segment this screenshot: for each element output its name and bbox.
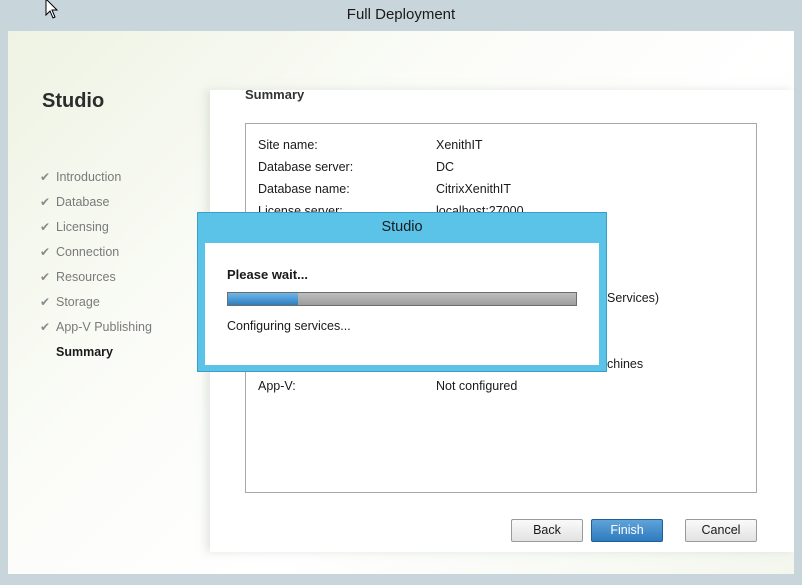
checkmark-icon: ✔ — [40, 194, 51, 209]
step-label: Storage — [56, 294, 100, 309]
checkmark-icon: ✔ — [40, 269, 51, 284]
step-appv-publishing: ✔ App-V Publishing — [40, 314, 152, 339]
checkmark-icon: ✔ — [40, 244, 51, 259]
checkmark-icon: ✔ — [40, 319, 51, 334]
summary-value-partial: chines — [607, 357, 644, 371]
step-summary-current: Summary — [56, 344, 113, 359]
summary-key: Site name: — [258, 138, 318, 152]
summary-value: DC — [436, 160, 455, 174]
progress-bar — [227, 292, 577, 306]
finish-button[interactable]: Finish — [591, 519, 663, 542]
checkmark-icon: ✔ — [40, 294, 51, 309]
step-introduction: ✔ Introduction — [40, 164, 152, 189]
please-wait-heading: Please wait... — [227, 267, 308, 282]
step-connection: ✔ Connection — [40, 239, 152, 264]
step-storage: ✔ Storage — [40, 289, 152, 314]
nav-title: Studio — [42, 90, 105, 112]
step-database: ✔ Database — [40, 189, 152, 214]
step-label: Database — [56, 194, 110, 209]
window-bottom-edge — [0, 574, 802, 585]
step-label: Connection — [56, 244, 120, 259]
step-label: Licensing — [56, 219, 109, 234]
checkmark-icon: ✔ — [40, 169, 51, 184]
mouse-pointer-icon — [45, 0, 59, 19]
dialog-title: Studio — [381, 219, 423, 235]
summary-value: Not configured — [436, 379, 518, 393]
wizard-steps-list: ✔ Introduction ✔ Database ✔ Licensing ✔ … — [40, 164, 152, 364]
summary-value-partial: Services) — [607, 291, 660, 305]
checkmark-icon: ✔ — [40, 219, 51, 234]
step-licensing: ✔ Licensing — [40, 214, 152, 239]
step-label: App-V Publishing — [56, 319, 152, 334]
summary-key: App-V: — [258, 379, 296, 393]
step-label: Introduction — [56, 169, 122, 184]
dialog-body: Please wait... Configuring services... — [205, 243, 599, 365]
summary-key: Database server: — [258, 160, 354, 174]
cancel-button[interactable]: Cancel — [685, 519, 757, 542]
back-button[interactable]: Back — [511, 519, 583, 542]
progress-dialog: Studio Please wait... Configuring servic… — [197, 212, 607, 372]
summary-key: Database name: — [258, 182, 350, 196]
window-titlebar: Full Deployment — [0, 0, 802, 31]
summary-value: XenithIT — [436, 138, 483, 152]
step-label: Resources — [56, 269, 116, 284]
status-text: Configuring services... — [227, 319, 351, 333]
step-resources: ✔ Resources — [40, 264, 152, 289]
progress-fill — [228, 293, 298, 305]
summary-value: CitrixXenithIT — [436, 182, 512, 196]
window-title: Full Deployment — [346, 6, 456, 23]
summary-heading: Summary — [245, 87, 305, 102]
